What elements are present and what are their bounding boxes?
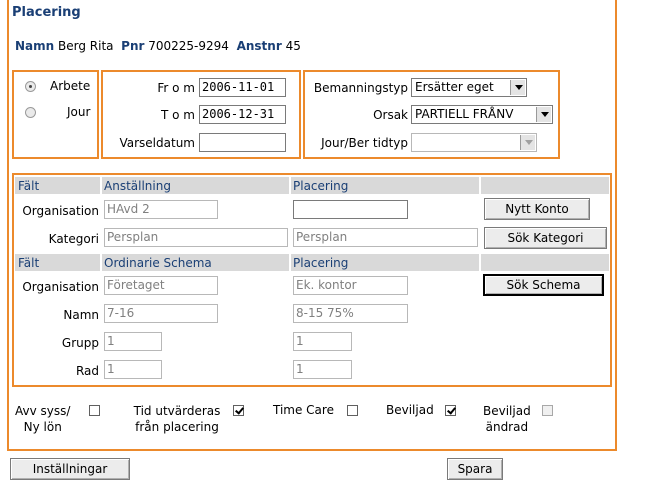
- ordinarie-grupp-input[interactable]: 1: [104, 332, 162, 351]
- col-ordinarie-schema: Ordinarie Schema: [104, 256, 212, 270]
- orsak-select[interactable]: PARTIELL FRÅNV: [411, 105, 553, 124]
- placering-organisation-input[interactable]: [293, 200, 408, 219]
- spara-button[interactable]: Spara: [447, 458, 503, 480]
- pnr-label: Pnr: [121, 39, 145, 53]
- orsak-value: PARTIELL FRÅNV: [415, 107, 514, 121]
- placering-namn-input[interactable]: 8-15 75%: [293, 304, 408, 323]
- col-falt: Fält: [18, 179, 40, 193]
- varsel-label: Varseldatum: [119, 136, 195, 150]
- col-anstallning: Anställning: [104, 179, 171, 193]
- bemanningstyp-label: Bemanningstyp: [313, 81, 408, 95]
- placering-organisation-input-2[interactable]: Ek. kontor: [293, 276, 408, 295]
- namn-value: Berg Rita: [58, 39, 114, 53]
- page-title: Placering: [12, 5, 81, 20]
- namn-label: Namn: [15, 39, 55, 53]
- beviljad-andrad-label: Beviljad ändrad: [483, 404, 531, 434]
- row-kategori-label: Kategori: [48, 232, 99, 246]
- placering-rad-input[interactable]: 1: [293, 360, 352, 379]
- jour-radio[interactable]: [25, 107, 36, 118]
- arbete-radio[interactable]: [25, 81, 36, 92]
- col-placering: Placering: [293, 179, 349, 193]
- ordinarie-organisation-input[interactable]: Företaget: [104, 276, 218, 295]
- anstnr-value: 45: [285, 39, 301, 53]
- from-label: Fr o m: [157, 81, 195, 95]
- ordinarie-rad-input[interactable]: 1: [104, 360, 162, 379]
- jour-label: Jour: [67, 105, 91, 119]
- nytt-konto-button[interactable]: Nytt Konto: [484, 198, 590, 220]
- pnr-value: 700225-9294: [148, 39, 229, 53]
- tom-label: T o m: [161, 108, 195, 122]
- tid-utvarderas-checkbox[interactable]: [233, 405, 244, 416]
- tid-utvarderas-label: Tid utvärderas från placering: [133, 404, 221, 434]
- avv-syss-checkbox[interactable]: [89, 405, 100, 416]
- sok-schema-button[interactable]: Sök Schema: [483, 274, 604, 296]
- jourber-select[interactable]: [411, 133, 537, 152]
- arbete-label: Arbete: [50, 79, 91, 93]
- row-namn-label: Namn: [63, 308, 99, 322]
- anstallning-organisation-input[interactable]: HAvd 2: [104, 200, 218, 219]
- bemanningstyp-select[interactable]: Ersätter eget: [411, 78, 527, 97]
- anstnr-label: Anstnr: [236, 39, 282, 53]
- row-organisation-label-2: Organisation: [22, 280, 99, 294]
- ordinarie-namn-input[interactable]: 7-16: [104, 304, 218, 323]
- from-date-input[interactable]: 2006-11-01: [199, 78, 286, 97]
- chevron-down-icon: [510, 80, 525, 95]
- row-rad-label: Rad: [75, 364, 99, 378]
- jourber-label: Jour/Ber tidtyp: [321, 136, 408, 150]
- chevron-down-icon: [536, 107, 551, 122]
- time-care-checkbox[interactable]: [347, 405, 358, 416]
- beviljad-andrad-checkbox[interactable]: [542, 405, 553, 416]
- installningar-button[interactable]: Inställningar: [10, 458, 130, 480]
- sok-kategori-button[interactable]: Sök Kategori: [484, 227, 607, 249]
- orsak-label: Orsak: [373, 108, 408, 122]
- time-care-label: Time Care: [273, 403, 334, 417]
- avv-syss-label: Avv syss/ Ny lön: [15, 404, 71, 434]
- row-grupp-label: Grupp: [61, 336, 99, 350]
- col-placering-2: Placering: [293, 256, 349, 270]
- beviljad-checkbox[interactable]: [445, 405, 456, 416]
- anstallning-kategori-input[interactable]: Persplan: [104, 228, 288, 247]
- chevron-down-icon: [520, 135, 535, 150]
- placering-kategori-input[interactable]: Persplan: [293, 228, 478, 247]
- varseldatum-input[interactable]: [199, 133, 286, 152]
- beviljad-label: Beviljad: [386, 403, 434, 417]
- row-organisation-label: Organisation: [22, 204, 99, 218]
- person-info: Namn Berg Rita Pnr 700225-9294 Anstnr 45: [15, 39, 301, 53]
- tom-date-input[interactable]: 2006-12-31: [199, 105, 286, 124]
- placering-grupp-input[interactable]: 1: [293, 332, 352, 351]
- col-falt-2: Fält: [18, 256, 40, 270]
- bemanningstyp-value: Ersätter eget: [415, 80, 494, 94]
